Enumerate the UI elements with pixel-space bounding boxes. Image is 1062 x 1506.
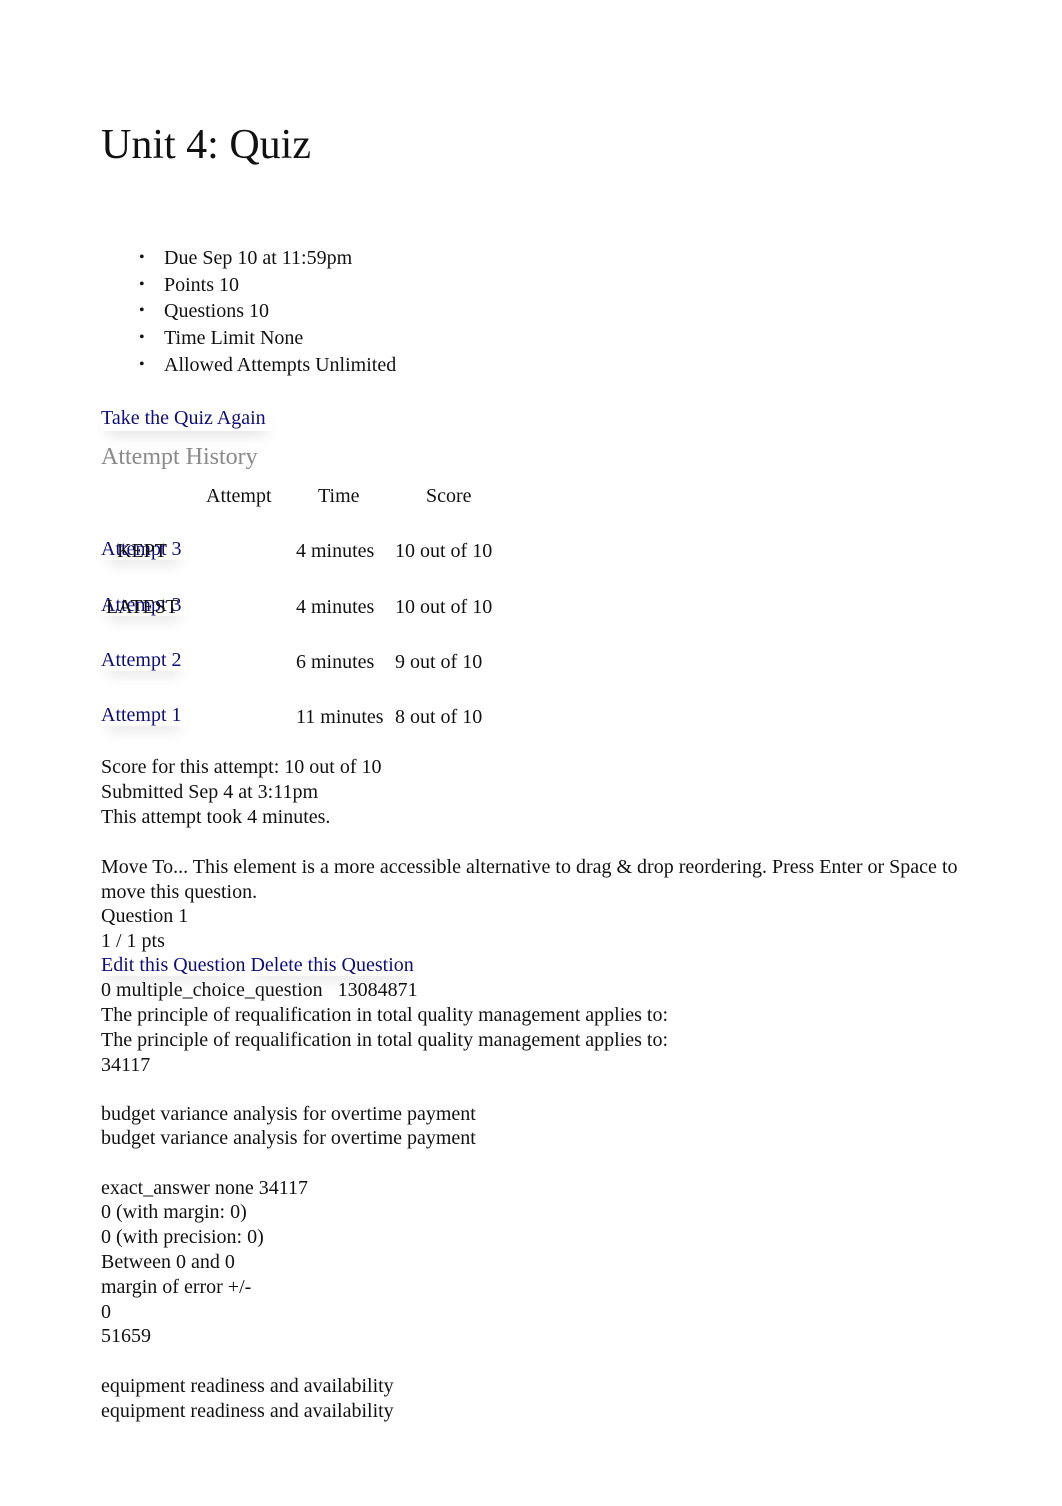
- detail-points: Points 10: [101, 272, 396, 299]
- header-time: Time: [318, 485, 360, 507]
- attempt-row: LATEST Attempt 3 4 minutes 10 out of 10: [101, 594, 521, 620]
- attempt-duration: This attempt took 4 minutes.: [101, 806, 331, 828]
- attempt-history-title: Attempt History: [101, 444, 258, 470]
- attempt-link[interactable]: Attempt 1: [101, 704, 186, 726]
- question-text-repeat: The principle of requalification in tota…: [101, 1029, 669, 1051]
- header-score: Score: [426, 485, 472, 507]
- question-actions: Edit this Question Delete this Question: [101, 953, 414, 978]
- answer-text: equipment readiness and availability: [101, 1375, 394, 1397]
- submitted-time: Submitted Sep 4 at 3:11pm: [101, 781, 319, 803]
- detail-questions: Questions 10: [101, 298, 396, 325]
- answer-text: budget variance analysis for overtime pa…: [101, 1103, 476, 1125]
- header-attempt: Attempt: [206, 485, 272, 507]
- delete-question-link[interactable]: Delete this Question: [250, 954, 413, 976]
- question-name: Question 1: [101, 905, 189, 927]
- question-meta: 0 multiple_choice_question 13084871: [101, 979, 418, 1001]
- question-points: 1 / 1 pts: [101, 930, 165, 952]
- question-text: The principle of requalification in tota…: [101, 1004, 669, 1026]
- move-to-handle[interactable]: Move To... This element is a more access…: [101, 855, 1001, 905]
- attempt-row: Attempt 1 11 minutes 8 out of 10: [101, 704, 521, 730]
- latest-badge: LATEST: [105, 596, 179, 618]
- attempt-time: 11 minutes: [296, 706, 384, 728]
- with-precision: 0 (with precision: 0): [101, 1226, 264, 1248]
- detail-allowed-attempts: Allowed Attempts Unlimited: [101, 352, 396, 379]
- answer-text-repeat: budget variance analysis for overtime pa…: [101, 1127, 476, 1149]
- edit-question-link[interactable]: Edit this Question: [101, 954, 245, 976]
- answer-id: 51659: [101, 1325, 151, 1347]
- kept-badge: KEPT: [117, 540, 167, 562]
- attempt-time: 6 minutes: [296, 651, 375, 673]
- exact-answer: exact_answer none 34117: [101, 1177, 308, 1199]
- attempt-score-summary: Score for this attempt: 10 out of 10: [101, 756, 382, 778]
- attempt-link[interactable]: Attempt 2: [101, 649, 186, 671]
- attempt-score: 10 out of 10: [395, 540, 493, 562]
- take-quiz-again-link[interactable]: Take the Quiz Again: [101, 405, 272, 431]
- between-range: Between 0 and 0: [101, 1251, 235, 1273]
- attempt-time: 4 minutes: [296, 596, 375, 618]
- attempt-score: 8 out of 10: [395, 706, 483, 728]
- quiz-details-list: Due Sep 10 at 11:59pm Points 10 Question…: [101, 245, 396, 379]
- with-margin: 0 (with margin: 0): [101, 1201, 247, 1223]
- margin-of-error-value: 0: [101, 1301, 111, 1323]
- attempt-row: KEPT Attempt 3 4 minutes 10 out of 10: [101, 538, 521, 564]
- detail-time-limit: Time Limit None: [101, 325, 396, 352]
- attempt-row: Attempt 2 6 minutes 9 out of 10: [101, 649, 521, 675]
- detail-due: Due Sep 10 at 11:59pm: [101, 245, 396, 272]
- answer-id: 34117: [101, 1054, 151, 1076]
- answer-text-repeat: equipment readiness and availability: [101, 1400, 394, 1422]
- margin-of-error-label: margin of error +/-: [101, 1276, 252, 1298]
- attempt-time: 4 minutes: [296, 540, 375, 562]
- attempt-score: 10 out of 10: [395, 596, 493, 618]
- page-title: Unit 4: Quiz: [101, 122, 311, 168]
- attempt-score: 9 out of 10: [395, 651, 483, 673]
